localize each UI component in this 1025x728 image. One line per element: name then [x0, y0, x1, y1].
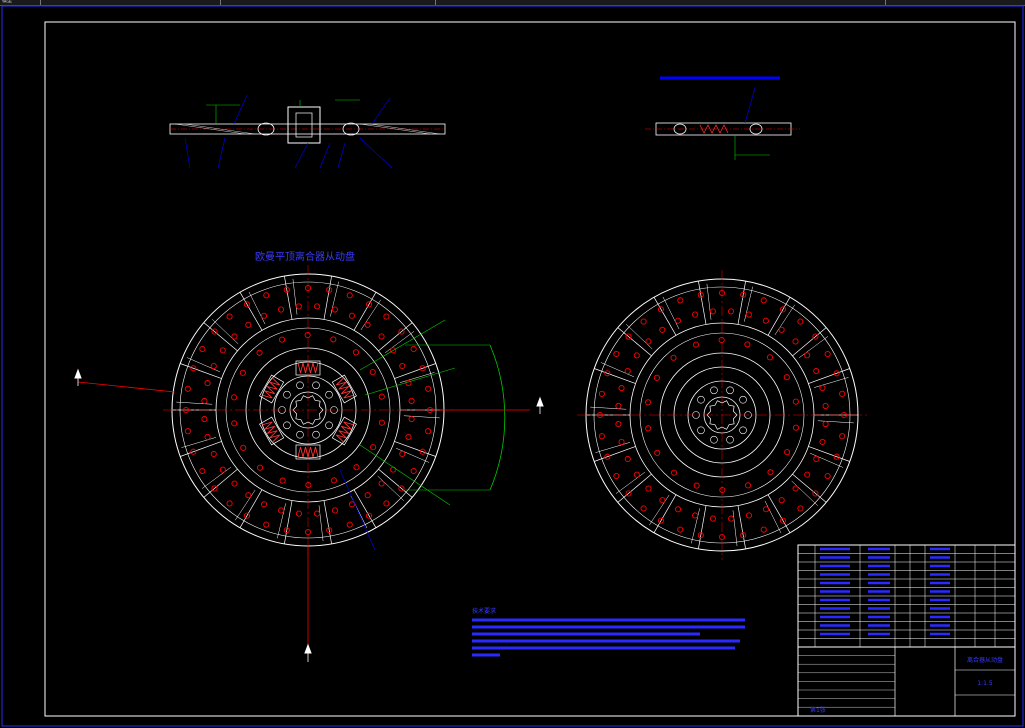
section-cut-lines — [77, 381, 530, 650]
drawing-title: 欧曼平顶离合器从动盘 — [255, 250, 355, 263]
title-block: 离合器从动盘 1:1.5 第1张 — [797, 544, 1016, 717]
clutch-disc-rear-view — [577, 270, 867, 560]
cad-drawing-canvas[interactable]: 欧曼平顶离合器从动盘 技术要求 离合器从动盘 1:1.5 第1张 — [0, 0, 1025, 728]
title-block-sheet: 第1张 — [810, 706, 826, 714]
title-block-name: 离合器从动盘 — [967, 656, 1003, 664]
section-markers — [74, 368, 544, 662]
section-view-main — [169, 94, 446, 169]
clutch-disc-front-view — [163, 265, 453, 555]
title-block-scale: 1:1.5 — [977, 680, 993, 687]
technical-requirements: 技术要求 — [472, 607, 745, 657]
section-view-detail — [645, 76, 800, 160]
tech-heading: 技术要求 — [472, 607, 496, 615]
